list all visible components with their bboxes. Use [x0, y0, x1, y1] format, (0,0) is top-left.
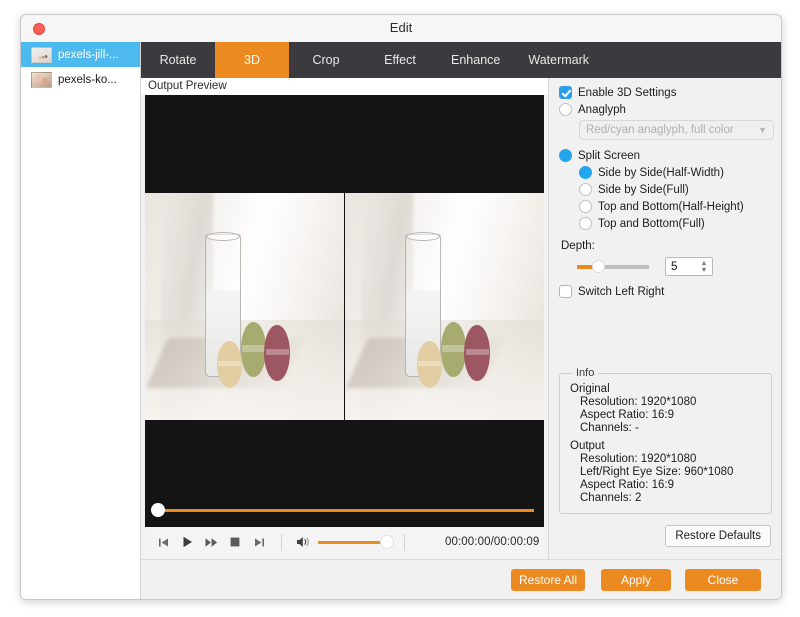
enable-3d-label: Enable 3D Settings: [578, 86, 677, 99]
split-screen-label: Split Screen: [578, 149, 641, 162]
depth-label: Depth:: [561, 240, 595, 252]
right-eye-image: [344, 193, 544, 420]
anaglyph-mode-select[interactable]: Red/cyan anaglyph, full color ▼: [579, 120, 774, 140]
info-original-heading: Original: [570, 383, 610, 395]
timecode-label: 00:00:00/00:00:09: [445, 536, 540, 548]
file-name-label: pexels-ko...: [58, 73, 117, 86]
speaker-icon[interactable]: [296, 536, 311, 548]
tab-3d[interactable]: 3D: [215, 42, 289, 78]
seek-track[interactable]: [157, 509, 534, 512]
volume-handle[interactable]: [380, 535, 394, 549]
file-name-label: pexels-jill-...: [58, 48, 119, 61]
edit-window: Edit pexels-jill-... pexels-ko... Rotate: [20, 14, 782, 600]
file-list-item-1[interactable]: pexels-jill-...: [21, 42, 140, 67]
restore-defaults-button[interactable]: Restore Defaults: [665, 525, 771, 547]
depth-slider[interactable]: [577, 260, 649, 273]
enable-3d-row[interactable]: Enable 3D Settings: [559, 86, 771, 99]
info-original-channels: Channels: -: [580, 422, 639, 434]
file-list-item-2[interactable]: pexels-ko...: [21, 67, 140, 92]
output-preview-label: Output Preview: [141, 78, 548, 95]
seek-handle[interactable]: [151, 503, 165, 517]
video-preview: [145, 95, 544, 527]
edit-tabbar: Rotate 3D Crop Effect Enhance Watermark: [141, 42, 781, 78]
stepper-arrows-icon[interactable]: ▲ ▼: [698, 260, 712, 274]
info-output-channels: Channels: 2: [580, 492, 642, 504]
restore-all-button[interactable]: Restore All: [511, 569, 585, 591]
split-option-top-bottom-full[interactable]: Top and Bottom(Full): [579, 217, 771, 230]
anaglyph-row[interactable]: Anaglyph: [559, 103, 771, 116]
split-option-side-by-side-full[interactable]: Side by Side(Full): [579, 183, 771, 196]
split-option-radio[interactable]: [579, 166, 592, 179]
info-legend: Info: [572, 367, 599, 379]
split-screen-radio[interactable]: [559, 149, 572, 162]
split-option-label: Top and Bottom(Half-Height): [598, 200, 744, 213]
screenshot-root: Edit pexels-jill-... pexels-ko... Rotate: [0, 0, 800, 617]
enable-3d-checkbox[interactable]: [559, 86, 572, 99]
file-thumbnail-icon: [31, 46, 52, 63]
volume-slider[interactable]: [318, 535, 394, 549]
split-option-side-by-side-half[interactable]: Side by Side(Half-Width): [579, 166, 771, 179]
apply-button[interactable]: Apply: [601, 569, 671, 591]
chevron-down-icon: ▼: [758, 125, 767, 135]
file-thumbnail-icon: [31, 71, 52, 88]
info-original-aspect: Aspect Ratio: 16:9: [580, 409, 674, 421]
depth-value: 5: [671, 260, 678, 273]
transport-divider: [281, 533, 282, 551]
next-icon[interactable]: [247, 531, 271, 553]
anaglyph-mode-value: Red/cyan anaglyph, full color: [586, 124, 734, 136]
tab-effect[interactable]: Effect: [363, 42, 437, 78]
depth-slider-handle[interactable]: [592, 260, 605, 273]
switch-left-right-label: Switch Left Right: [578, 285, 665, 298]
info-output-aspect: Aspect Ratio: 16:9: [580, 479, 674, 491]
anaglyph-label: Anaglyph: [578, 103, 626, 116]
tab-crop[interactable]: Crop: [289, 42, 363, 78]
close-button[interactable]: Close: [685, 569, 761, 591]
stop-icon[interactable]: [223, 531, 247, 553]
info-box: Info Original Resolution: 1920*1080 Aspe…: [559, 367, 772, 514]
previous-icon[interactable]: [151, 531, 175, 553]
transport-controls: 00:00:00/00:00:09: [145, 527, 544, 557]
window-footer: Restore All Apply Close: [141, 559, 781, 599]
split-option-label: Side by Side(Half-Width): [598, 166, 724, 179]
preview-column: Output Preview 00:00:00/00:00:09: [141, 78, 548, 599]
window-title: Edit: [389, 20, 413, 35]
left-eye-image: [145, 193, 344, 420]
split-option-label: Side by Side(Full): [598, 183, 689, 196]
depth-control-row: 5 ▲ ▼: [577, 257, 771, 276]
info-output-eye-size: Left/Right Eye Size: 960*1080: [580, 466, 734, 478]
info-original-resolution: Resolution: 1920*1080: [580, 396, 697, 408]
info-output-heading: Output: [570, 440, 605, 452]
anaglyph-radio[interactable]: [559, 103, 572, 116]
split-option-top-bottom-half[interactable]: Top and Bottom(Half-Height): [579, 200, 771, 213]
split-option-label: Top and Bottom(Full): [598, 217, 705, 230]
tab-watermark[interactable]: Watermark: [514, 42, 603, 78]
split-option-radio[interactable]: [579, 217, 592, 230]
content-area: Rotate 3D Crop Effect Enhance Watermark …: [141, 42, 781, 599]
fast-forward-icon[interactable]: [199, 531, 223, 553]
stereo-preview-image: [145, 193, 544, 420]
scene-macaron-green: [440, 322, 467, 377]
split-screen-row[interactable]: Split Screen: [559, 149, 771, 162]
depth-stepper[interactable]: 5 ▲ ▼: [665, 257, 713, 276]
window-titlebar: Edit: [21, 15, 781, 43]
split-option-radio[interactable]: [579, 200, 592, 213]
switch-left-right-checkbox[interactable]: [559, 285, 572, 298]
split-option-radio[interactable]: [579, 183, 592, 196]
settings-panel: Enable 3D Settings Anaglyph Red/cyan ana…: [548, 78, 781, 559]
transport-divider: [404, 533, 405, 551]
info-output-resolution: Resolution: 1920*1080: [580, 453, 697, 465]
depth-slider-remainder: [601, 265, 649, 269]
scene-macaron-green: [240, 322, 267, 377]
switch-left-right-row[interactable]: Switch Left Right: [559, 285, 771, 298]
tab-rotate[interactable]: Rotate: [141, 42, 215, 78]
seek-bar[interactable]: [151, 503, 538, 517]
tab-enhance[interactable]: Enhance: [437, 42, 514, 78]
play-icon[interactable]: [175, 531, 199, 553]
file-list-sidebar: pexels-jill-... pexels-ko...: [21, 42, 141, 599]
window-body: pexels-jill-... pexels-ko... Rotate 3D C…: [21, 42, 781, 599]
